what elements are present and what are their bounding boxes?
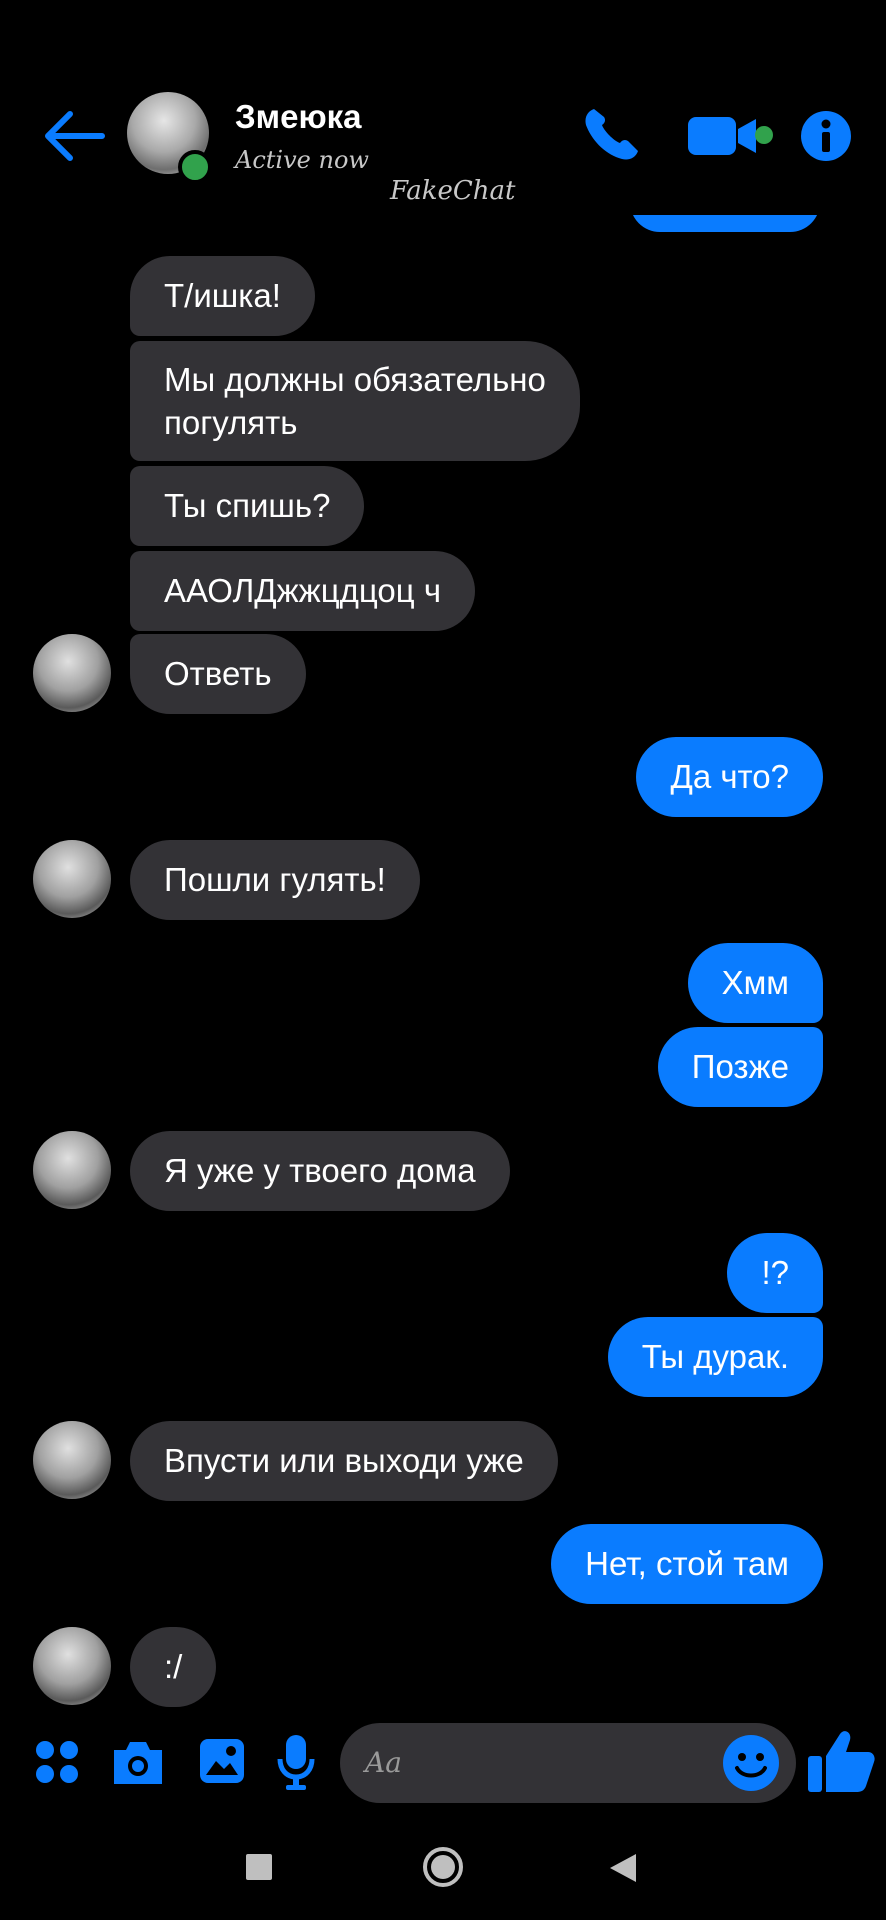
message-bubble-incoming[interactable]: Мы должны обязательно погулять [130,341,580,461]
message-bubble-outgoing[interactable]: !? [727,1233,823,1313]
message-bubble-incoming[interactable]: :/ [130,1627,217,1707]
message-bubble-incoming[interactable]: Ответь [130,634,306,714]
message-input-placeholder: Aa [365,1746,402,1779]
gallery-icon[interactable] [198,1737,246,1785]
home-nav-icon[interactable] [422,1846,464,1888]
message-bubble-outgoing[interactable]: Нет, стой там [551,1524,823,1604]
sender-avatar[interactable] [33,1627,111,1705]
message-bubble-incoming[interactable]: Впусти или выходи уже [130,1421,558,1501]
back-arrow-icon[interactable] [40,108,110,164]
microphone-icon[interactable] [276,1733,316,1791]
message-bubble-incoming[interactable]: ААОЛДжжцдцоц ч [130,551,476,631]
active-status: Active now [235,146,369,174]
online-indicator [178,150,212,184]
message-bubble-outgoing[interactable]: Хмм [687,943,823,1023]
apps-grid-icon[interactable] [35,1740,79,1784]
contact-name[interactable]: Змеюка [235,98,362,136]
message-bubble-incoming[interactable]: Я уже у твоего дома [130,1131,510,1211]
sender-avatar[interactable] [33,1421,111,1499]
message-line: Мы должны обязательно [164,361,546,398]
sender-avatar[interactable] [33,840,111,918]
sender-avatar[interactable] [33,1131,111,1209]
thumbs-up-icon[interactable] [806,1728,876,1794]
watermark-text: FakeChat [390,176,516,206]
video-camera-icon[interactable] [688,115,778,157]
phone-icon[interactable] [580,105,642,163]
square-nav-icon[interactable] [246,1854,272,1880]
info-icon[interactable] [800,110,852,162]
emoji-icon[interactable] [722,1734,780,1792]
message-bubble-incoming[interactable]: Пошли гулять! [130,840,420,920]
sender-avatar[interactable] [33,634,111,712]
message-bubble-incoming[interactable]: Т/ишка! [130,256,315,336]
message-bubble-outgoing[interactable]: Позже [657,1027,823,1107]
message-bubble-incoming[interactable]: Ты спишь? [130,466,365,546]
message-bubble-outgoing[interactable]: Да что? [636,737,823,817]
back-nav-icon[interactable] [608,1852,638,1884]
message-bubble-outgoing[interactable]: Ты дурак. [607,1317,823,1397]
camera-icon[interactable] [110,1738,166,1786]
message-line: погулять [164,404,298,441]
